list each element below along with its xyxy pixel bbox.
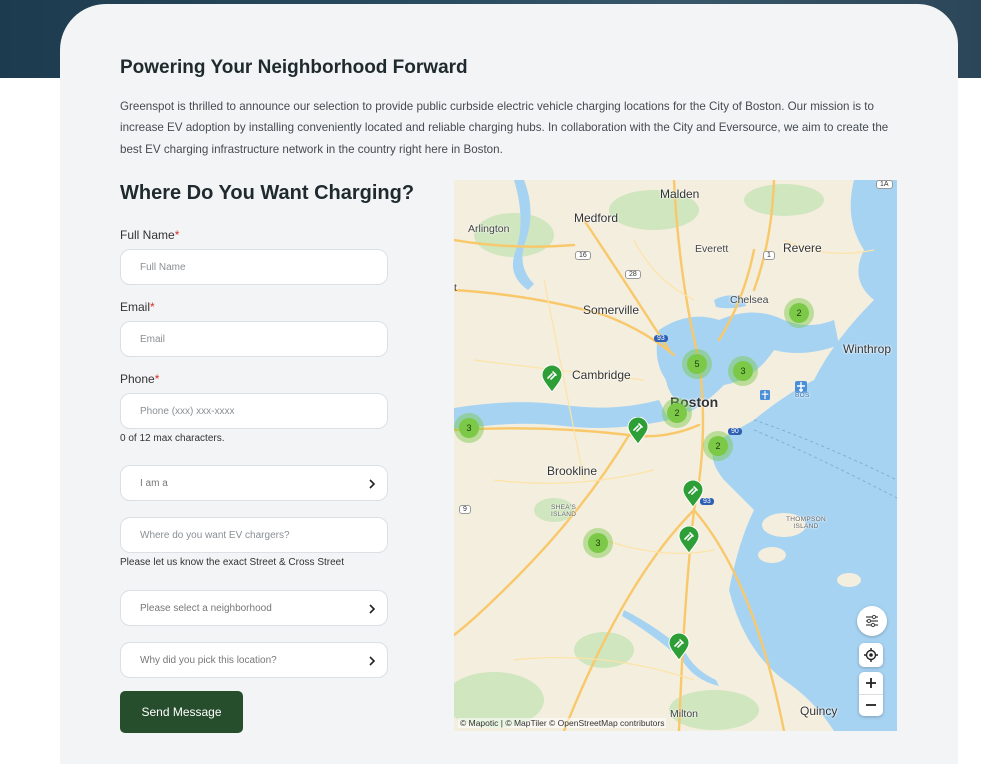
cluster-marker-jamaica-plain[interactable]: 3 — [583, 528, 613, 558]
full-name-label: Full Name* — [120, 228, 179, 242]
cluster-marker-east-boston[interactable]: 3 — [728, 356, 758, 386]
map-label-revere: Revere — [783, 241, 822, 255]
charger-pin-icon[interactable] — [541, 365, 563, 393]
airport-code: BOS — [795, 392, 810, 399]
cluster-count: 2 — [789, 303, 809, 323]
map-attribution: © Mapotic | © MapTiler © OpenStreetMap c… — [458, 718, 667, 728]
zoom-out-icon — [866, 704, 876, 707]
airport-icon-secondary — [760, 390, 770, 400]
required-mark: * — [150, 300, 155, 314]
map-label-malden: Malden — [660, 187, 700, 201]
neighborhood-select-value: Please select a neighborhood — [140, 602, 272, 614]
neighborhood-select[interactable]: Please select a neighborhood — [120, 590, 388, 626]
required-mark: * — [174, 228, 180, 242]
cluster-marker-south-boston[interactable]: 2 — [703, 431, 733, 461]
map-label-thompson-island: THOMPSON ISLAND — [786, 516, 826, 530]
map-filter-button[interactable] — [857, 606, 887, 636]
chevron-right-icon — [369, 656, 376, 666]
phone-label-text: Phone — [120, 372, 155, 386]
map-label-arlington: Arlington — [468, 223, 510, 235]
full-name-label-text: Full Name — [120, 228, 175, 242]
cluster-marker-west[interactable]: 3 — [454, 413, 484, 443]
map-label-somerville: Somerville — [583, 303, 640, 317]
email-label: Email* — [120, 300, 155, 314]
form-title: Where Do You Want Charging? — [120, 182, 415, 204]
phone-char-counter: 0 of 12 max characters. — [120, 433, 225, 444]
route-shield: 93 — [654, 335, 668, 342]
map-label-quincy: Quincy — [800, 704, 838, 718]
cluster-count: 3 — [588, 533, 608, 553]
reason-select-value: Why did you pick this location? — [140, 654, 277, 666]
route-shield: 1A — [876, 180, 893, 189]
charger-pin-icon[interactable] — [678, 526, 700, 554]
charger-pin-icon[interactable] — [682, 480, 704, 508]
cluster-count: 2 — [667, 403, 687, 423]
locate-icon — [864, 648, 878, 662]
cluster-count: 5 — [687, 354, 707, 374]
phone-input[interactable] — [120, 393, 388, 429]
map-label-medford: Medford — [574, 211, 619, 225]
cluster-count: 2 — [708, 436, 728, 456]
cluster-marker-downtown[interactable]: 2 — [662, 398, 692, 428]
map-locate-button[interactable] — [859, 643, 883, 667]
intro-paragraph: Greenspot is thrilled to announce our se… — [120, 100, 889, 156]
zoom-out-button[interactable] — [859, 695, 883, 717]
map-label-milton: Milton — [670, 708, 699, 720]
zoom-in-button[interactable] — [859, 672, 883, 695]
map-label-sheas-island: SHEA'S ISLAND — [551, 504, 577, 518]
page-title: Powering Your Neighborhood Forward — [120, 57, 468, 78]
role-select[interactable]: I am a — [120, 465, 388, 501]
map-label-brookline: Brookline — [547, 464, 598, 478]
cluster-marker-northeast[interactable]: 2 — [784, 298, 814, 328]
email-input[interactable] — [120, 321, 388, 357]
full-name-input[interactable] — [120, 249, 388, 285]
chevron-right-icon — [369, 604, 376, 614]
cluster-marker-charlestown[interactable]: 5 — [682, 349, 712, 379]
map-label-partial: t — [454, 282, 457, 294]
ev-location-input[interactable] — [120, 517, 388, 553]
route-shield: 16 — [575, 251, 591, 260]
send-message-button[interactable]: Send Message — [120, 691, 243, 733]
required-mark: * — [154, 372, 160, 386]
location-hint: Please let us know the exact Street & Cr… — [120, 557, 344, 568]
map-label-cambridge: Cambridge — [572, 368, 631, 382]
charger-pin-icon[interactable] — [627, 417, 649, 445]
route-shield: 9 — [459, 505, 471, 514]
map-label-winthrop: Winthrop — [843, 342, 892, 356]
charging-map[interactable]: Malden Medford Arlington Everett Revere … — [454, 180, 897, 731]
zoom-in-icon — [866, 677, 876, 688]
email-label-text: Email — [120, 300, 151, 314]
cluster-count: 3 — [459, 418, 479, 438]
role-select-value: I am a — [140, 477, 168, 489]
reason-select[interactable]: Why did you pick this location? — [120, 642, 388, 678]
map-zoom-controls — [859, 672, 883, 716]
route-shield: 90 — [728, 428, 742, 435]
phone-label: Phone* — [120, 372, 159, 386]
route-shield: 28 — [625, 270, 641, 279]
map-label-everett: Everett — [695, 243, 729, 255]
cluster-count: 3 — [733, 361, 753, 381]
map-label-chelsea: Chelsea — [730, 294, 769, 306]
chevron-right-icon — [369, 479, 376, 489]
filter-icon — [866, 614, 878, 628]
route-shield: 1 — [763, 251, 775, 260]
charger-pin-icon[interactable] — [668, 633, 690, 661]
